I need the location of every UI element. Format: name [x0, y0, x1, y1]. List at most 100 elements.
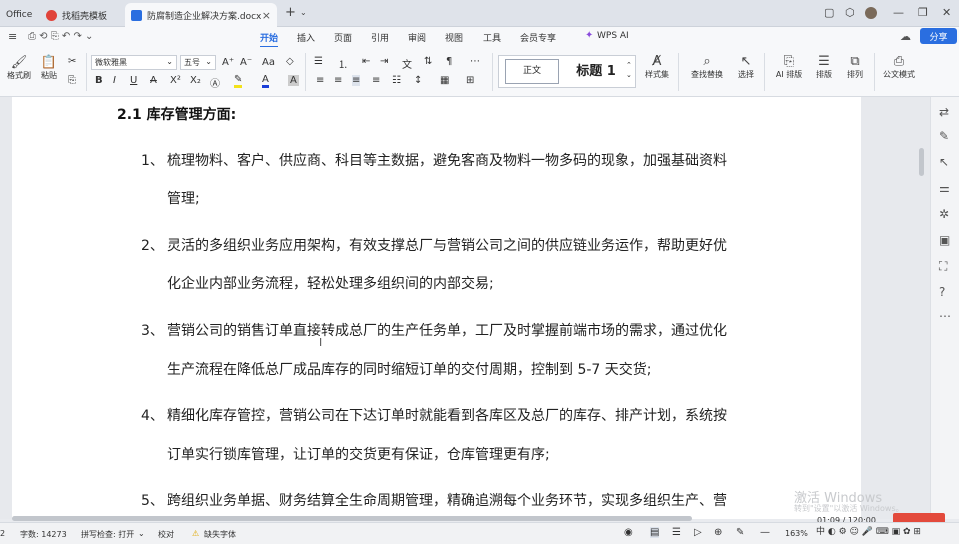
copy-icon[interactable]: ⎘: [68, 75, 76, 86]
increase-indent-icon[interactable]: ⇥: [380, 56, 388, 67]
text-effect-icon[interactable]: Ⓐ: [210, 75, 220, 90]
bold-icon[interactable]: B: [95, 75, 103, 86]
menu-icon[interactable]: ≡: [8, 30, 17, 43]
image-edit-icon[interactable]: ▣: [939, 233, 950, 247]
tab-view[interactable]: 视图: [445, 31, 463, 44]
new-tab-icon[interactable]: +: [285, 5, 296, 20]
share-button[interactable]: 分享: [920, 28, 957, 44]
font-name-select[interactable]: 微软雅黑 ⌄: [91, 55, 177, 70]
align-left-icon[interactable]: ≡: [316, 75, 324, 86]
outline-view-icon[interactable]: ☰: [672, 527, 681, 538]
change-case-icon[interactable]: Aa: [262, 57, 275, 68]
underline-icon[interactable]: U: [130, 75, 137, 86]
tab-wps-ai[interactable]: WPS AI: [597, 31, 629, 41]
char-shading-icon[interactable]: A: [288, 75, 299, 86]
help-icon[interactable]: ?: [939, 285, 945, 299]
tab-member[interactable]: 会员专享: [520, 31, 556, 44]
show-marks-icon[interactable]: ¶: [446, 56, 452, 67]
highlight-icon[interactable]: ✎: [234, 74, 243, 88]
tab-review[interactable]: 审阅: [408, 31, 426, 44]
cut-icon[interactable]: ✂: [68, 56, 76, 67]
write-icon[interactable]: ✎: [736, 527, 744, 538]
align-center-icon[interactable]: ≡: [334, 75, 342, 86]
close-tab-icon[interactable]: ×: [262, 9, 271, 22]
pen-icon[interactable]: ✎: [939, 129, 949, 143]
border-icon[interactable]: ⊞: [466, 75, 474, 86]
gift-icon[interactable]: ⛶: [939, 259, 947, 274]
layout-button[interactable]: ☰ 排版: [811, 54, 837, 80]
close-window-icon[interactable]: ✕: [942, 6, 951, 19]
tab-office[interactable]: Office: [0, 3, 34, 27]
tab-page[interactable]: 页面: [334, 31, 352, 44]
tab-template[interactable]: 找稻壳模板: [40, 3, 122, 27]
more-options-icon[interactable]: ⋯: [939, 309, 951, 323]
more-icon[interactable]: ⋯: [470, 56, 480, 67]
font-size-select[interactable]: 五号 ⌄: [180, 55, 216, 70]
proofread[interactable]: 校对: [158, 529, 174, 540]
eye-icon[interactable]: ◉: [624, 527, 633, 538]
decrease-indent-icon[interactable]: ⇤: [362, 56, 370, 67]
tab-template-label: 找稻壳模板: [62, 11, 108, 22]
cube-icon[interactable]: ⬡: [845, 6, 855, 19]
tab-dropdown-icon[interactable]: ⌄: [300, 8, 307, 17]
find-replace-button[interactable]: ⌕ 查找替换: [688, 54, 726, 80]
align-justify-icon[interactable]: ≡: [352, 75, 361, 86]
tab-insert[interactable]: 插入: [297, 31, 315, 44]
format-painter-button[interactable]: 🖌 格式刷: [6, 55, 32, 81]
official-doc-button[interactable]: ⎙ 公文模式: [880, 54, 918, 80]
ime-toolbar[interactable]: 中 ◐ ⚙ ☺ 🎤 ⌨ ▣ ✿ ⊞: [816, 524, 921, 537]
distribute-icon[interactable]: ☷: [392, 75, 401, 86]
ai-layout-button[interactable]: ⎘ AI 排版: [772, 54, 806, 80]
word-count[interactable]: 字数: 14273: [20, 529, 67, 540]
cloud-icon[interactable]: ☁: [900, 30, 911, 43]
minimize-icon[interactable]: —: [893, 6, 904, 19]
style-set-button[interactable]: A̸ 样式集: [640, 54, 674, 80]
style-normal[interactable]: 正文: [505, 59, 559, 84]
shrink-font-icon[interactable]: A⁻: [240, 57, 252, 68]
italic-icon[interactable]: I: [113, 75, 116, 86]
missing-font[interactable]: 缺失字体: [204, 529, 236, 540]
tab-document[interactable]: 防腐制造企业解决方案.docx ×: [125, 3, 277, 27]
adjust-icon[interactable]: ⚌: [939, 181, 950, 195]
grow-font-icon[interactable]: A⁺: [222, 57, 234, 68]
expand-panel-icon[interactable]: ⇄: [939, 105, 949, 119]
play-icon[interactable]: ▷: [694, 527, 702, 538]
vertical-scrollbar[interactable]: [919, 148, 924, 176]
numbered-list-icon[interactable]: ⒈: [338, 56, 348, 71]
style-scroll-icon[interactable]: ⌃ ⌄: [626, 60, 632, 80]
tab-tools[interactable]: 工具: [483, 31, 501, 44]
select-button[interactable]: ↖ 选择: [733, 54, 759, 80]
sort-icon[interactable]: ⇅: [424, 56, 432, 67]
align-right-icon[interactable]: ≡: [372, 75, 380, 86]
line-spacing-icon[interactable]: ↕: [414, 75, 422, 86]
subscript-icon[interactable]: X₂: [190, 75, 201, 86]
paste-button[interactable]: 📋 粘贴: [36, 55, 62, 81]
tab-start[interactable]: 开始: [260, 31, 279, 48]
avatar[interactable]: [865, 7, 877, 19]
bullet-list-icon[interactable]: ☰: [314, 56, 323, 67]
zoom-out-icon[interactable]: —: [760, 527, 770, 538]
font-size-value: 五号: [184, 58, 200, 67]
list-number: 1、: [141, 153, 164, 169]
font-color-icon[interactable]: A: [262, 74, 269, 88]
web-view-icon[interactable]: ⊕: [714, 527, 722, 538]
page-view-icon[interactable]: ▤: [650, 527, 660, 538]
style-heading1[interactable]: 标题 1: [569, 59, 623, 84]
quick-access-icons[interactable]: ⎙ ⟲ ⎘ ↶ ↷ ⌄: [28, 31, 93, 42]
superscript-icon[interactable]: X²: [170, 75, 181, 86]
chinese-layout-icon[interactable]: 文: [402, 56, 412, 71]
spell-check[interactable]: 拼写检查: 打开: [81, 529, 134, 540]
clipboard-icon: 📋: [40, 55, 58, 70]
restore-icon[interactable]: ❐: [918, 6, 928, 19]
tab-references[interactable]: 引用: [371, 31, 389, 44]
strikethrough-icon[interactable]: A: [150, 75, 157, 86]
window-mode-icon[interactable]: ▢: [824, 6, 834, 19]
zoom-level[interactable]: 163%: [785, 529, 808, 538]
clear-format-icon[interactable]: ◇: [286, 56, 294, 67]
tools-icon[interactable]: ✲: [939, 207, 949, 221]
arrange-button[interactable]: ⧉ 排列: [842, 54, 868, 80]
horizontal-scrollbar[interactable]: [12, 516, 692, 521]
tab-office-label: Office: [6, 10, 33, 20]
select-cursor-icon[interactable]: ↖: [939, 155, 949, 169]
shading-icon[interactable]: ▦: [440, 75, 449, 86]
